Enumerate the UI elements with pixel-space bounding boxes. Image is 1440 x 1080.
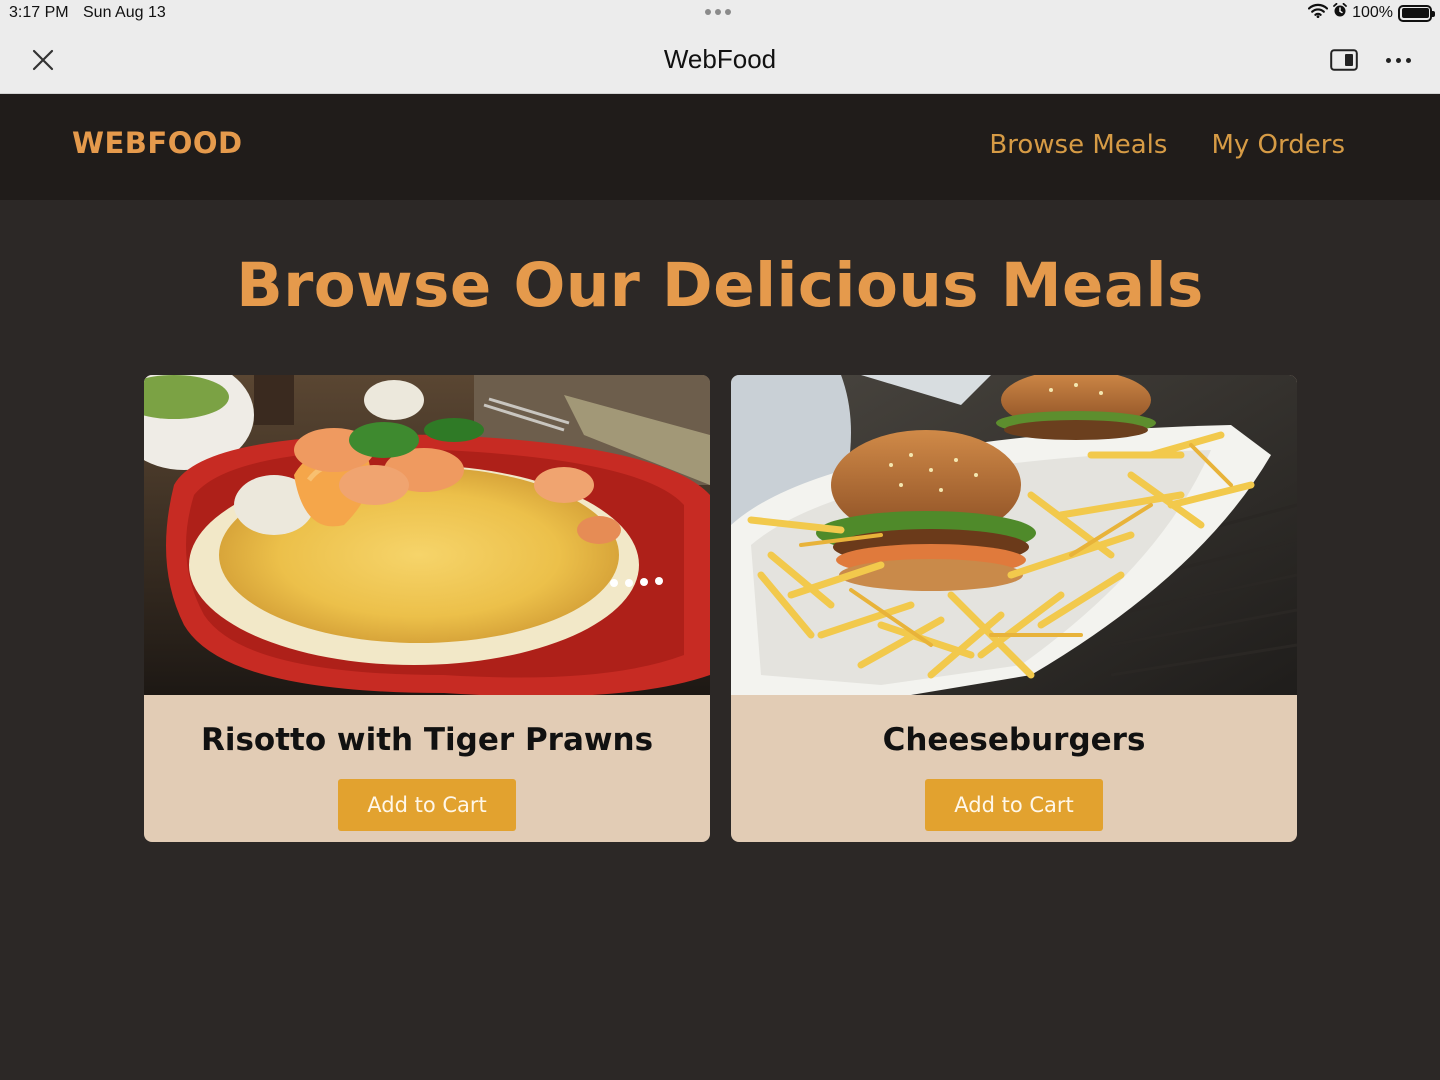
nav-browse-meals[interactable]: Browse Meals <box>989 130 1167 160</box>
meal-name: Cheeseburgers <box>882 722 1146 758</box>
more-icon <box>1385 57 1391 63</box>
browser-title: WebFood <box>663 44 777 74</box>
split-view-button[interactable] <box>1328 47 1360 73</box>
meal-name: Risotto with Tiger Prawns <box>200 722 654 758</box>
site-header: WEBFOOD Browse Meals My Orders <box>0 94 1440 200</box>
alarm-icon <box>1333 2 1347 23</box>
nav-my-orders[interactable]: My Orders <box>1211 130 1345 160</box>
browser-toolbar: WebFood <box>0 27 1440 94</box>
status-indicators: 100% <box>1307 2 1435 23</box>
main-nav: Browse Meals My Orders <box>989 130 1345 160</box>
status-bar: 3:17 PM Sun Aug 13 100% <box>0 0 1440 27</box>
split-view-icon <box>1330 49 1358 71</box>
more-button[interactable] <box>1380 47 1416 73</box>
status-time: 3:17 PM <box>9 4 69 21</box>
multitasking-dots-icon[interactable] <box>705 9 731 15</box>
risotto-photo <box>144 375 710 695</box>
cheeseburgers-photo <box>731 375 1297 695</box>
battery-percentage: 100% <box>1352 4 1393 21</box>
meal-list: Risotto with Tiger Prawns Add to Cart Ch… <box>144 375 1297 842</box>
battery-icon <box>1398 4 1435 22</box>
add-to-cart-button[interactable]: Add to Cart <box>338 779 516 831</box>
add-to-cart-button[interactable]: Add to Cart <box>925 779 1103 831</box>
status-date: Sun Aug 13 <box>83 4 166 21</box>
wifi-icon <box>1307 3 1329 23</box>
site-logo[interactable]: WEBFOOD <box>72 126 243 160</box>
meal-card: Risotto with Tiger Prawns Add to Cart <box>144 375 710 842</box>
meal-card: Cheeseburgers Add to Cart <box>731 375 1297 842</box>
page-title: Browse Our Delicious Meals <box>236 250 1204 321</box>
